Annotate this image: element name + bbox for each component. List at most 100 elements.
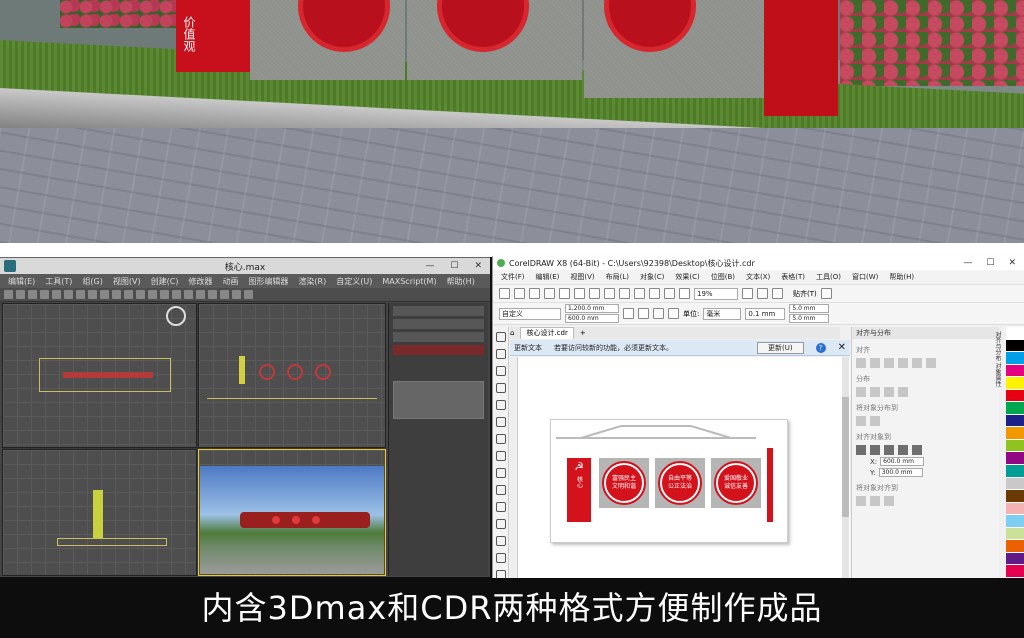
menu-rendering[interactable]: 渲染(R) (298, 276, 326, 287)
menu-group[interactable]: 组(G) (82, 276, 102, 287)
material-editor-icon[interactable] (220, 290, 229, 299)
copy-icon[interactable] (574, 288, 585, 299)
text-last-line-icon[interactable] (870, 496, 880, 506)
menu-effects[interactable]: 效果(C) (675, 272, 699, 282)
portrait-icon[interactable] (623, 308, 634, 319)
viewport-left[interactable] (2, 449, 197, 576)
text-bbox-icon[interactable] (884, 496, 894, 506)
rectangle-tool-icon[interactable] (496, 434, 506, 444)
scale-icon[interactable] (124, 290, 133, 299)
snap-to-menu[interactable]: 贴齐(T) (793, 289, 817, 299)
bind-icon[interactable] (52, 290, 61, 299)
align-bottom-icon[interactable] (926, 358, 936, 368)
menu-maxscript[interactable]: MAXScript(M) (382, 277, 436, 286)
zoom-level-field[interactable]: 19% (694, 287, 738, 300)
menu-edit[interactable]: 编辑(E) (536, 272, 560, 282)
print-icon[interactable] (544, 288, 555, 299)
menu-animation[interactable]: 动画 (222, 276, 238, 287)
palette-swatch[interactable] (1006, 465, 1024, 478)
text-first-line-icon[interactable] (856, 496, 866, 506)
page-edge-icon[interactable] (870, 445, 880, 455)
import-icon[interactable] (649, 288, 660, 299)
palette-swatch[interactable] (1006, 339, 1024, 353)
scrollbar-thumb[interactable] (842, 397, 849, 517)
palette-swatch[interactable] (1006, 364, 1024, 378)
align-center-v-icon[interactable] (912, 358, 922, 368)
angle-snap-icon[interactable] (148, 290, 157, 299)
menu-window[interactable]: 窗口(W) (852, 272, 878, 282)
cut-icon[interactable] (559, 288, 570, 299)
align-center-h-icon[interactable] (870, 358, 880, 368)
unlink-icon[interactable] (40, 290, 49, 299)
artistic-media-icon[interactable] (496, 417, 506, 427)
welcome-home-icon[interactable]: ⌂ (510, 329, 514, 337)
vtab-align[interactable]: 对齐与分布 (994, 331, 1001, 361)
menu-file[interactable]: 文件(F) (501, 272, 525, 282)
render-setup-icon[interactable] (232, 290, 241, 299)
transparency-tool-icon[interactable] (496, 553, 506, 563)
current-page-icon[interactable] (668, 308, 679, 319)
page-width-field[interactable]: 1,200.0 mm (565, 304, 619, 313)
parallel-dimension-icon[interactable] (496, 502, 506, 512)
page-artboard[interactable]: ☭ 核心 富强民主 文明和谐 自由平等 公正法治 爱国敬业 诚信友善 (550, 419, 788, 543)
units-select[interactable]: 毫米 (703, 307, 742, 320)
new-tab-plus-icon[interactable]: + (580, 329, 586, 337)
menu-bitmaps[interactable]: 位图(B) (711, 272, 735, 282)
percent-snap-icon[interactable] (160, 290, 169, 299)
align-right-icon[interactable] (884, 358, 894, 368)
undo-icon[interactable] (4, 290, 13, 299)
mirror-icon[interactable] (172, 290, 181, 299)
palette-swatch[interactable] (1006, 490, 1024, 503)
align-icon[interactable] (184, 290, 193, 299)
menu-edit[interactable]: 编辑(E) (8, 276, 35, 287)
select-icon[interactable] (64, 290, 73, 299)
distribute-left-icon[interactable] (856, 387, 866, 397)
menu-graph-editors[interactable]: 图形编辑器 (248, 276, 288, 287)
active-objects-icon[interactable] (856, 445, 866, 455)
viewport-front[interactable] (198, 303, 386, 448)
palette-swatch[interactable] (1006, 515, 1024, 528)
viewport-top[interactable] (2, 303, 197, 448)
object-color-swatch[interactable] (393, 345, 484, 355)
interactive-fill-icon[interactable] (496, 570, 506, 578)
rotate-icon[interactable] (112, 290, 121, 299)
search-content-icon[interactable] (634, 288, 645, 299)
menu-object[interactable]: 对象(C) (640, 272, 664, 282)
menu-customize[interactable]: 自定义(U) (336, 276, 372, 287)
close-button[interactable]: ✕ (1008, 258, 1016, 268)
link-icon[interactable] (28, 290, 37, 299)
palette-swatch[interactable] (1006, 414, 1024, 428)
polygon-tool-icon[interactable] (496, 468, 506, 478)
grid-icon[interactable] (898, 445, 908, 455)
new-document-icon[interactable] (499, 288, 510, 299)
layer-icon[interactable] (196, 290, 205, 299)
connector-tool-icon[interactable] (496, 519, 506, 529)
rulers-icon[interactable] (757, 288, 768, 299)
command-panel-tabs[interactable] (393, 306, 484, 316)
viewcube-icon[interactable] (166, 306, 186, 326)
palette-swatch[interactable] (1006, 452, 1024, 466)
zoom-tool-icon[interactable] (496, 383, 506, 393)
align-left-icon[interactable] (856, 358, 866, 368)
pick-tool-icon[interactable] (496, 332, 506, 342)
drawing-canvas[interactable]: ☭ 核心 富强民主 文明和谐 自由平等 公正法治 爱国敬业 诚信友善 (510, 357, 850, 578)
menu-help[interactable]: 帮助(H) (447, 276, 475, 287)
paste-icon[interactable] (589, 288, 600, 299)
close-notification-icon[interactable]: ✕ (838, 342, 846, 353)
palette-swatch[interactable] (1006, 377, 1024, 390)
palette-swatch[interactable] (1006, 327, 1024, 340)
move-icon[interactable] (100, 290, 109, 299)
drop-shadow-icon[interactable] (496, 536, 506, 546)
update-button[interactable]: 更新(U) (757, 341, 804, 354)
select-by-name-icon[interactable] (76, 290, 85, 299)
shape-tool-icon[interactable] (496, 349, 506, 359)
vtab-object-properties[interactable]: 对象属性 (994, 363, 1001, 387)
palette-swatch[interactable] (1006, 502, 1024, 516)
align-top-icon[interactable] (898, 358, 908, 368)
menu-tools[interactable]: 工具(T) (45, 276, 72, 287)
open-icon[interactable] (514, 288, 525, 299)
viewport-perspective[interactable] (198, 449, 386, 576)
menu-create[interactable]: 创建(C) (151, 276, 179, 287)
menu-text[interactable]: 文本(X) (746, 272, 770, 282)
palette-swatch[interactable] (1006, 402, 1024, 415)
